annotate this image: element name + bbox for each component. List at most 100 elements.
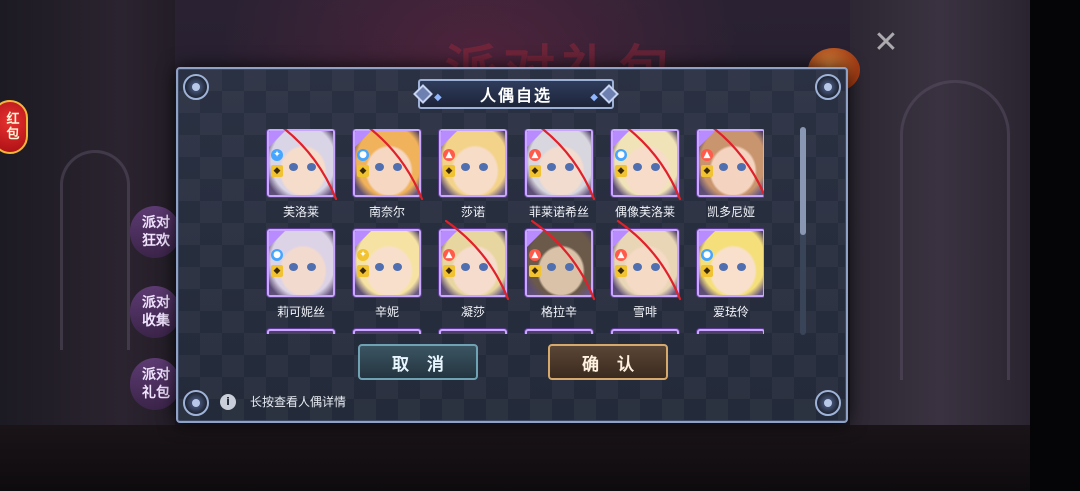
doll-portrait[interactable]: ▲ ◆ — [525, 129, 593, 197]
doll-eye — [633, 263, 642, 271]
doll-card[interactable]: ● ◆ 莉可妮丝 — [264, 229, 338, 320]
doll-portrait[interactable]: ✦ ◆ — [267, 129, 335, 197]
info-icon[interactable]: i — [220, 393, 236, 410]
doll-card[interactable]: ● ◆ 爱珐伶 — [694, 229, 764, 320]
water-element-icon: ● — [615, 149, 627, 161]
doll-portrait-partial[interactable] — [267, 329, 335, 334]
rank-icon: ◆ — [443, 265, 455, 277]
side-event-button[interactable]: 派对礼包 — [130, 358, 180, 410]
side-event-button[interactable]: 派对收集 — [130, 286, 180, 338]
doll-card[interactable]: ● ◆ 南奈尔 — [350, 129, 424, 220]
corner-ornament-icon — [815, 74, 841, 100]
doll-name: 南奈尔 — [368, 205, 405, 219]
doll-grid: ✦ ◆ 芙洛莱 ● ◆ 南奈尔 ▲ ◆ 莎诺 ▲ ◆ 菲莱诺希丝 ● ◆ 偶像芙洛莱 ▲ ◆ 凯多尼娅 ● ◆ 莉可妮丝… — [264, 129, 764, 334]
rank-icon: ◆ — [357, 265, 369, 277]
corner-ornament-icon — [815, 390, 841, 416]
fire-element-icon: ▲ — [615, 249, 627, 261]
dialog-title-plate: ◆ 人偶自选 ◆ — [413, 79, 619, 109]
doll-portrait[interactable]: ✦ ◆ — [353, 229, 421, 297]
doll-portrait[interactable]: ▲ ◆ — [525, 229, 593, 297]
doll-eye — [393, 263, 402, 271]
doll-portrait-partial[interactable] — [439, 329, 507, 334]
doll-card[interactable]: ▲ ◆ 格拉辛 — [522, 219, 596, 320]
doll-portrait[interactable]: ▲ ◆ — [439, 229, 507, 297]
scrollbar-thumb[interactable] — [800, 127, 806, 235]
rank-icon: ◆ — [701, 165, 713, 177]
corner-ornament-icon — [183, 74, 209, 100]
scrollbar[interactable] — [800, 127, 806, 335]
light-element-icon: ✦ — [271, 149, 283, 161]
doll-eye — [289, 163, 298, 171]
rank-icon: ◆ — [701, 265, 713, 277]
close-icon[interactable]: ✕ — [868, 24, 904, 60]
doll-portrait[interactable]: ● ◆ — [267, 229, 335, 297]
hint-row: i 长按查看人偶详情 — [220, 393, 346, 410]
screen-edge — [1030, 0, 1080, 491]
doll-name: 凝莎 — [460, 305, 485, 319]
fire-element-icon: ▲ — [529, 249, 541, 261]
doll-eye — [651, 163, 660, 171]
doll-name: 偶像芙洛莱 — [614, 205, 675, 219]
doll-card[interactable]: ▲ ◆ 雪啡 — [608, 219, 682, 320]
doll-artwork — [699, 231, 763, 295]
doll-card[interactable]: ✦ ◆ 辛妮 — [350, 229, 424, 320]
doll-card[interactable]: ▲ ◆ 凝莎 — [436, 219, 510, 320]
doll-card[interactable]: ▲ ◆ 菲莱诺希丝 — [522, 129, 596, 220]
doll-eye — [565, 163, 574, 171]
doll-select-dialog: ◆ 人偶自选 ◆ ✦ ◆ 芙洛莱 ● ◆ 南奈尔 ▲ ◆ 莎诺 ▲ ◆ 菲莱诺希丝 ● ◆ 偶像芙洛莱 ▲ ◆ 凯… — [176, 67, 848, 423]
doll-name: 雪啡 — [632, 305, 657, 319]
doll-card[interactable]: ✦ ◆ 芙洛莱 — [264, 129, 338, 220]
doll-eye — [547, 263, 556, 271]
side-event-button[interactable]: 派对狂欢 — [130, 206, 180, 258]
doll-portrait-partial[interactable] — [353, 329, 421, 334]
doll-portrait[interactable]: ● ◆ — [611, 129, 679, 197]
doll-name: 莎诺 — [460, 205, 485, 219]
doll-artwork — [355, 231, 419, 295]
red-packet-button[interactable]: 红 包 — [0, 100, 28, 154]
doll-portrait-partial[interactable] — [525, 329, 593, 334]
doll-artwork — [613, 231, 677, 295]
confirm-button[interactable]: 确认 — [548, 344, 668, 380]
cancel-button[interactable]: 取消 — [358, 344, 478, 380]
doll-eye — [461, 263, 470, 271]
doll-portrait[interactable]: ▲ ◆ — [611, 229, 679, 297]
rank-icon: ◆ — [529, 265, 541, 277]
doll-artwork — [441, 131, 505, 195]
background-arch — [900, 80, 1010, 380]
doll-portrait[interactable]: ● ◆ — [353, 129, 421, 197]
corner-ornament-icon — [183, 390, 209, 416]
doll-artwork — [355, 131, 419, 195]
doll-eye — [461, 163, 470, 171]
doll-portrait-partial[interactable] — [611, 329, 679, 334]
doll-eye — [393, 163, 402, 171]
water-element-icon: ● — [701, 249, 713, 261]
doll-card[interactable]: ▲ ◆ 凯多尼娅 — [694, 129, 764, 220]
sparkle-icon: ◆ — [434, 92, 442, 103]
diamond-ornament-icon — [599, 84, 619, 104]
water-element-icon: ● — [357, 149, 369, 161]
doll-artwork — [527, 231, 591, 295]
doll-portrait[interactable]: ▲ ◆ — [439, 129, 507, 197]
doll-eye — [719, 263, 728, 271]
doll-artwork — [269, 231, 333, 295]
water-element-icon: ● — [271, 249, 283, 261]
fire-element-icon: ▲ — [443, 149, 455, 161]
rank-icon: ◆ — [529, 165, 541, 177]
rank-icon: ◆ — [271, 265, 283, 277]
sparkle-icon: ◆ — [590, 92, 598, 103]
doll-eye — [719, 163, 728, 171]
doll-portrait-partial[interactable] — [697, 329, 764, 334]
doll-name: 格拉辛 — [540, 305, 577, 319]
doll-portrait[interactable]: ▲ ◆ — [697, 129, 764, 197]
diamond-ornament-icon — [413, 84, 433, 104]
rank-icon: ◆ — [615, 265, 627, 277]
doll-name: 莉可妮丝 — [276, 305, 325, 319]
doll-card[interactable]: ● ◆ 偶像芙洛莱 — [608, 129, 682, 220]
side-event-label: 派对收集 — [142, 295, 170, 329]
dialog-title: 人偶自选 — [479, 86, 552, 105]
doll-name: 凯多尼娅 — [706, 205, 755, 219]
red-packet-label: 红 — [6, 112, 20, 127]
doll-card[interactable]: ▲ ◆ 莎诺 — [436, 129, 510, 220]
doll-portrait[interactable]: ● ◆ — [697, 229, 764, 297]
doll-eye — [375, 163, 384, 171]
